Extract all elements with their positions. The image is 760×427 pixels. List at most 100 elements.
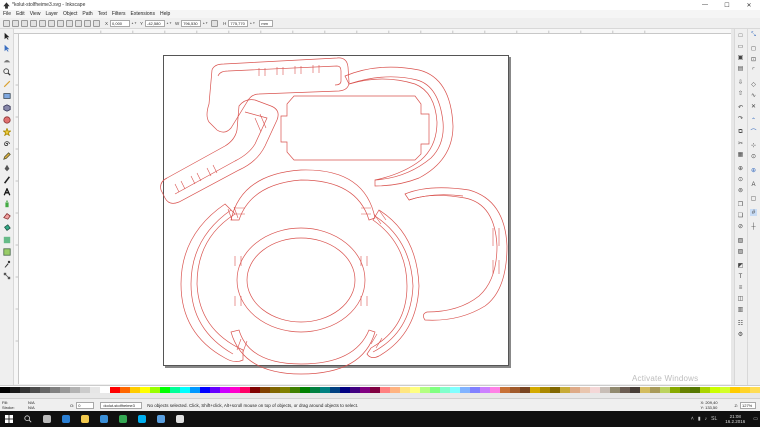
maximize-button[interactable]: ☐ bbox=[716, 0, 738, 10]
current-layer-select[interactable]: •kolut-stolfheime3 bbox=[100, 401, 143, 409]
notifications-icon[interactable]: ▭ bbox=[753, 416, 758, 422]
flip-horizontal-icon[interactable] bbox=[48, 19, 55, 27]
menu-extensions[interactable]: Extensions bbox=[131, 11, 155, 17]
snap-guides-icon[interactable]: ┼ bbox=[750, 223, 757, 230]
menu-layer[interactable]: Layer bbox=[45, 11, 58, 17]
taskbar-app-store[interactable] bbox=[94, 411, 113, 427]
preferences-icon[interactable]: ⚙ bbox=[737, 331, 744, 338]
snap-paths-icon[interactable]: ∿ bbox=[750, 92, 757, 99]
export-icon[interactable]: ⇧ bbox=[737, 90, 744, 97]
text-tool-icon[interactable] bbox=[3, 188, 11, 196]
chevron-up-icon[interactable]: ˄ bbox=[691, 416, 694, 422]
drawing-canvas[interactable] bbox=[19, 34, 731, 384]
text-font-icon[interactable]: T bbox=[737, 273, 744, 280]
select-all-layers-icon[interactable] bbox=[12, 19, 19, 27]
snap-intersections-icon[interactable]: ✕ bbox=[750, 103, 757, 110]
raise-to-top-icon[interactable] bbox=[66, 19, 73, 27]
rectangle-tool-icon[interactable] bbox=[3, 92, 11, 100]
pen-tool-icon[interactable] bbox=[3, 164, 11, 172]
snap-grid-icon[interactable]: # bbox=[750, 209, 757, 216]
menu-path[interactable]: Path bbox=[82, 11, 92, 17]
save-document-icon[interactable]: ▣ bbox=[737, 54, 744, 61]
align-icon[interactable]: ▥ bbox=[737, 306, 744, 313]
redo-icon[interactable]: ↷ bbox=[737, 115, 744, 122]
zoom-drawing-icon[interactable]: ⊙ bbox=[737, 176, 744, 183]
dropper-tool-icon[interactable] bbox=[3, 260, 11, 268]
new-document-icon[interactable]: □ bbox=[737, 32, 744, 39]
close-button[interactable]: ✕ bbox=[738, 0, 760, 10]
snap-nodes-icon[interactable]: ◇ bbox=[750, 81, 757, 88]
taskbar-app-chrome[interactable] bbox=[113, 411, 132, 427]
w-input[interactable]: 796,530 bbox=[181, 19, 202, 27]
w-spinner-icon[interactable]: ▲▼ bbox=[202, 21, 208, 25]
clone-icon[interactable]: ❏ bbox=[737, 212, 744, 219]
zoom-selection-icon[interactable]: ⊕ bbox=[737, 165, 744, 172]
pencil-tool-icon[interactable] bbox=[3, 152, 11, 160]
snap-bbox-icon[interactable]: ◻ bbox=[750, 45, 757, 52]
paste-icon[interactable]: ▦ bbox=[737, 151, 744, 158]
menu-object[interactable]: Object bbox=[63, 11, 77, 17]
snap-text-baseline-icon[interactable]: A bbox=[750, 181, 757, 188]
laser-cut-drawing[interactable] bbox=[19, 34, 731, 384]
lower-icon[interactable] bbox=[84, 19, 91, 27]
network-icon[interactable]: ▮ bbox=[698, 416, 701, 422]
paint-bucket-tool-icon[interactable] bbox=[3, 224, 11, 232]
menu-edit[interactable]: Edit bbox=[16, 11, 25, 17]
zoom-page-icon[interactable]: ⊚ bbox=[737, 187, 744, 194]
taskbar-app-skype[interactable] bbox=[132, 411, 151, 427]
x-spinner-icon[interactable]: ▲▼ bbox=[131, 21, 137, 25]
zoom-tool-icon[interactable] bbox=[3, 68, 11, 76]
menu-view[interactable]: View bbox=[30, 11, 41, 17]
snap-smooth-icon[interactable]: ⌒ bbox=[750, 128, 757, 136]
y-input[interactable]: -42,580 bbox=[144, 19, 165, 27]
eraser-tool-icon[interactable] bbox=[3, 212, 11, 220]
x-input[interactable]: 0,000 bbox=[110, 19, 131, 27]
open-document-icon[interactable]: ▭ bbox=[737, 43, 744, 50]
spray-tool-icon[interactable] bbox=[3, 200, 11, 208]
copy-icon[interactable]: ⧉ bbox=[737, 129, 744, 136]
menu-help[interactable]: Help bbox=[160, 11, 170, 17]
language-indicator[interactable]: SL bbox=[711, 416, 717, 422]
snap-toggle-icon[interactable]: ⤡ bbox=[750, 32, 757, 39]
layers-icon[interactable]: ≡ bbox=[737, 284, 744, 291]
duplicate-icon[interactable]: ❐ bbox=[737, 201, 744, 208]
snap-bbox-edge-icon[interactable]: ⊡ bbox=[750, 56, 757, 63]
print-icon[interactable]: ▤ bbox=[737, 65, 744, 72]
taskbar-app-photos[interactable] bbox=[151, 411, 170, 427]
start-button[interactable] bbox=[0, 411, 18, 427]
h-input[interactable]: 775,770 bbox=[228, 19, 249, 27]
taskbar-app-task-view[interactable] bbox=[37, 411, 56, 427]
snap-page-border-icon[interactable]: ▢ bbox=[750, 195, 757, 202]
taskbar-app-edge[interactable] bbox=[56, 411, 75, 427]
node-tool-icon[interactable] bbox=[3, 44, 11, 52]
zoom-input[interactable]: 127% bbox=[740, 401, 756, 409]
unit-select[interactable]: mm bbox=[259, 19, 274, 27]
lock-ratio-icon[interactable] bbox=[211, 19, 219, 27]
volume-icon[interactable]: ♪ bbox=[705, 416, 708, 422]
fill-stroke-icon[interactable]: ◩ bbox=[737, 262, 744, 269]
star-tool-icon[interactable] bbox=[3, 128, 11, 136]
unlink-clone-icon[interactable]: ⊘ bbox=[737, 223, 744, 230]
spiral-tool-icon[interactable] bbox=[3, 140, 11, 148]
taskbar-app-inkscape[interactable] bbox=[170, 411, 189, 427]
3d-box-tool-icon[interactable] bbox=[3, 104, 11, 112]
ungroup-icon[interactable]: ▨ bbox=[737, 248, 744, 255]
snap-centers-icon[interactable]: ⊙ bbox=[750, 153, 757, 160]
undo-icon[interactable]: ↶ bbox=[737, 104, 744, 111]
selector-tool-icon[interactable] bbox=[3, 32, 11, 40]
menu-file[interactable]: File bbox=[3, 11, 11, 17]
group-icon[interactable]: ▧ bbox=[737, 237, 744, 244]
color-palette[interactable] bbox=[0, 385, 760, 393]
snap-midpoints-icon[interactable]: ⊹ bbox=[750, 142, 757, 149]
select-all-icon[interactable] bbox=[3, 19, 10, 27]
import-icon[interactable]: ⇩ bbox=[737, 79, 744, 86]
search-button[interactable] bbox=[18, 411, 37, 427]
rotate-cw-icon[interactable] bbox=[39, 19, 46, 27]
connector-tool-icon[interactable] bbox=[3, 272, 11, 280]
deselect-icon[interactable] bbox=[21, 19, 28, 27]
tweak-tool-icon[interactable] bbox=[3, 56, 11, 64]
h-spinner-icon[interactable]: ▲▼ bbox=[249, 21, 255, 25]
document-properties-icon[interactable]: ☷ bbox=[737, 320, 744, 327]
menu-filters[interactable]: Filters bbox=[112, 11, 126, 17]
y-spinner-icon[interactable]: ▲▼ bbox=[166, 21, 172, 25]
